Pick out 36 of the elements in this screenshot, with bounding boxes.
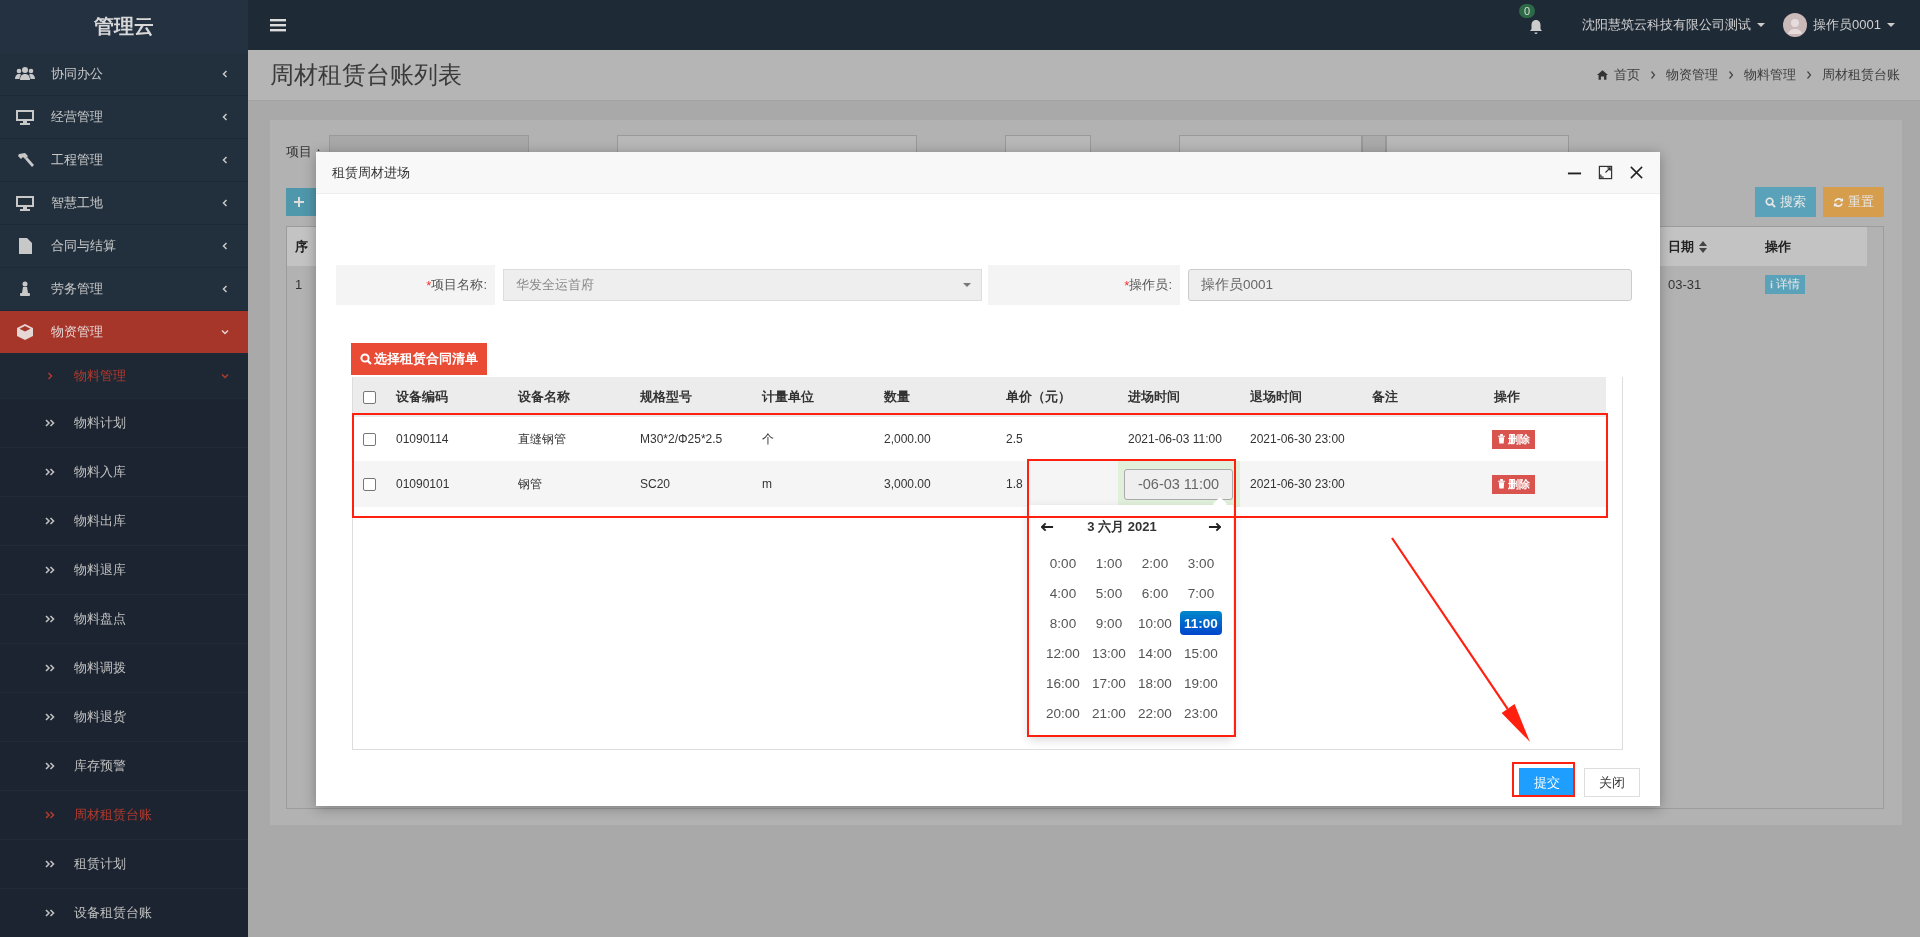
page-title: 周材租赁台账列表 [270, 60, 462, 90]
field-label: *操作员: [988, 265, 1180, 305]
column-header: 数量 [883, 388, 911, 406]
table-cell-text: 1.8 [1005, 477, 1024, 491]
table-cell-text: 2.5 [1005, 432, 1024, 446]
notification-badge: 0 [1519, 4, 1536, 18]
column-header: 操作 [1493, 388, 1521, 406]
table-cell-text: 01090101 [395, 477, 451, 491]
table-cell-text: 03-31 [1667, 277, 1703, 292]
table-cell-text: 钢管 [517, 475, 543, 493]
table-cell-text: SC20 [639, 477, 672, 491]
filter-label: 项目： [286, 143, 325, 161]
column-header: 设备名称 [517, 388, 571, 406]
column-header: 进场时间 [1127, 388, 1181, 406]
table-cell-text: 2021-06-03 11:00 [1127, 432, 1223, 446]
column-header: 规格型号 [639, 388, 693, 406]
dialog-title: 租赁周材进场 [332, 163, 410, 182]
table-cell-text: M30*2/Φ25*2.5 [639, 432, 724, 446]
table-cell-text: m [761, 477, 773, 491]
table-cell-text: 直缝钢管 [517, 430, 567, 448]
table-cell-text: 2021-06-30 23:00 [1249, 432, 1346, 446]
table-cell-text: 1 [294, 277, 304, 292]
logo-text: 管理云 [0, 0, 248, 53]
table-cell-text: 2021-06-30 23:00 [1249, 477, 1346, 491]
table-cell-text: 01090114 [395, 432, 450, 446]
table-cell-text: 2,000.00 [883, 432, 932, 446]
field-label: *项目名称: [336, 265, 495, 305]
required-mark: * [1124, 277, 1130, 293]
column-header: 计量单位 [761, 388, 815, 406]
column-header: 退场时间 [1249, 388, 1303, 406]
column-header: 单价（元） [1005, 388, 1072, 406]
table-cell-text: 个 [761, 430, 775, 448]
column-header: 设备编码 [395, 388, 449, 406]
required-mark: * [426, 277, 432, 293]
column-header: 备注 [1371, 388, 1399, 406]
table-cell-text: 3,000.00 [883, 477, 932, 491]
